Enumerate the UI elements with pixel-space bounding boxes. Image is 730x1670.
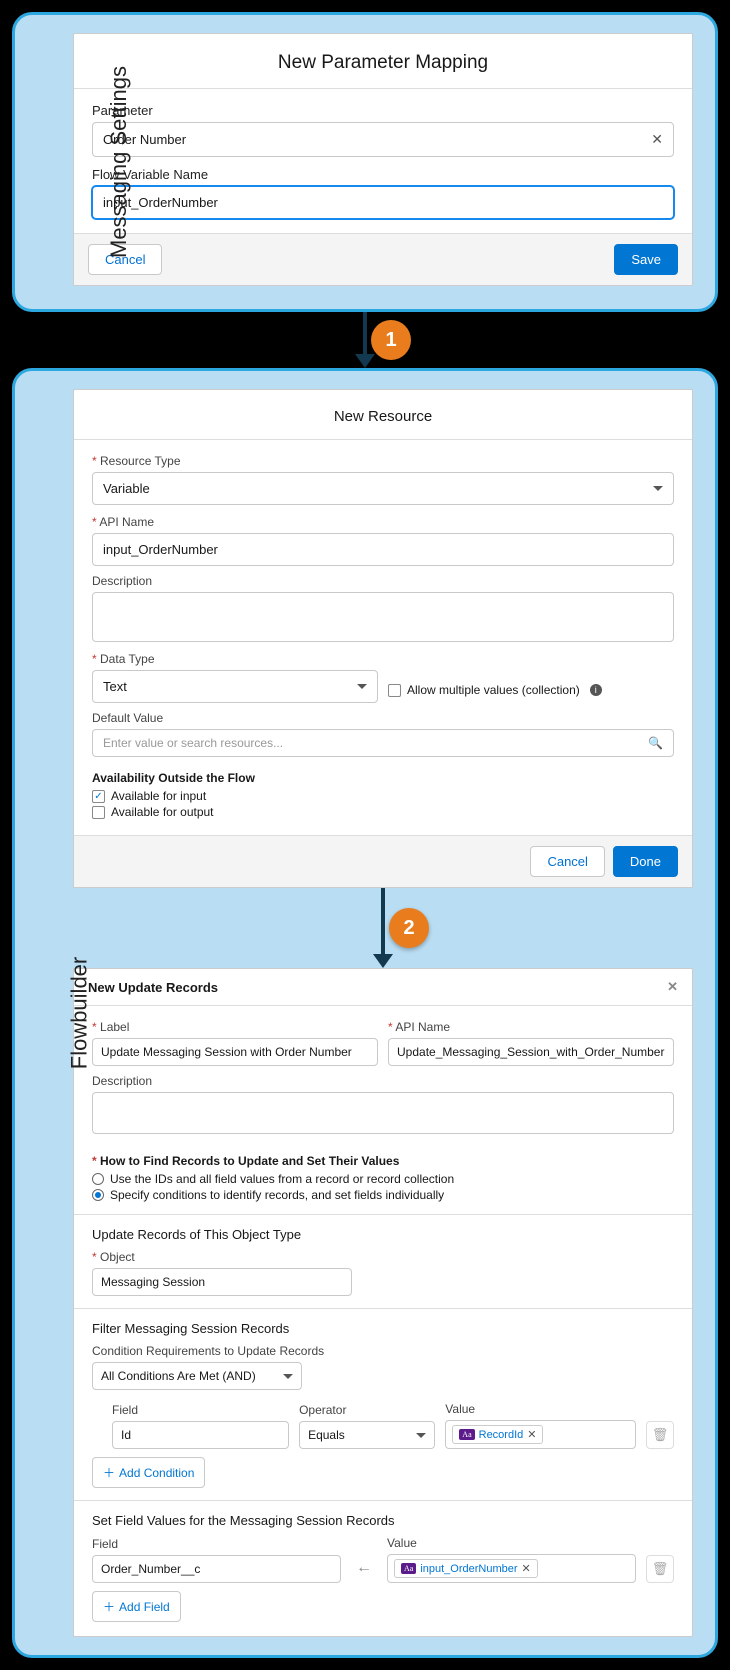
connector-arrow: 1	[12, 312, 718, 368]
available-input-label: Available for input	[111, 789, 206, 803]
flowbuilder-panel: Flowbuilder New Resource Resource Type V…	[12, 368, 718, 1658]
new-parameter-mapping-card: New Parameter Mapping Parameter Order Nu…	[73, 33, 693, 286]
available-output-checkbox[interactable]	[92, 806, 105, 819]
new-update-records-card: New Update Records ✕ Label Update Messag…	[73, 968, 693, 1637]
allow-multi-checkbox[interactable]	[388, 684, 401, 697]
available-input-checkbox[interactable]: ✓	[92, 790, 105, 803]
condition-field-input[interactable]: Id	[112, 1421, 289, 1449]
plus-icon: ＋	[103, 1464, 115, 1481]
panel-label-flowbuilder: Flowbuilder	[66, 957, 92, 1070]
step-badge-1: 1	[371, 320, 411, 360]
sv-value-pill[interactable]: Aa input_OrderNumber ✕	[394, 1559, 538, 1578]
add-condition-button[interactable]: ＋ Add Condition	[92, 1457, 205, 1488]
object-label: Object	[92, 1250, 674, 1264]
flowvar-label: Flow Variable Name	[92, 167, 674, 182]
text-type-icon: Aa	[459, 1429, 474, 1440]
api-name-input[interactable]: Update_Messaging_Session_with_Order_Numb…	[388, 1038, 674, 1066]
condition-value-input[interactable]: Aa RecordId ✕	[445, 1420, 636, 1449]
step-badge-2: 2	[389, 908, 429, 948]
radio-specify-conditions[interactable]	[92, 1189, 104, 1201]
new-resource-card: New Resource Resource Type Variable API …	[73, 389, 693, 888]
remove-pill-icon[interactable]: ✕	[522, 1562, 531, 1575]
operator-select[interactable]: Equals	[299, 1421, 435, 1449]
api-name-label: API Name	[92, 515, 674, 529]
resource-type-label: Resource Type	[92, 454, 674, 468]
connector-arrow: 2	[73, 888, 693, 968]
update-obj-heading: Update Records of This Object Type	[92, 1227, 674, 1242]
add-field-button[interactable]: ＋ Add Field	[92, 1591, 181, 1622]
parameter-input[interactable]: Order Number ✕	[92, 122, 674, 157]
done-button[interactable]: Done	[613, 846, 678, 877]
cond-req-label: Condition Requirements to Update Records	[92, 1344, 674, 1358]
panel-label-messaging: Messaging Settings	[106, 66, 132, 258]
remove-pill-icon[interactable]: ✕	[527, 1428, 536, 1441]
object-input[interactable]: Messaging Session	[92, 1268, 352, 1296]
text-type-icon: Aa	[401, 1563, 416, 1574]
plus-icon: ＋	[103, 1598, 115, 1615]
data-type-label: Data Type	[92, 652, 378, 666]
arrow-left-icon: ←	[351, 1553, 377, 1583]
operator-label: Operator	[299, 1403, 435, 1417]
desc-textarea[interactable]	[92, 1092, 674, 1134]
info-icon[interactable]: i	[590, 684, 602, 696]
card-title: New Parameter Mapping	[74, 34, 692, 89]
sv-value-input[interactable]: Aa input_OrderNumber ✕	[387, 1554, 636, 1583]
sv-value-label: Value	[387, 1536, 636, 1550]
value-label: Value	[445, 1402, 636, 1416]
data-type-select[interactable]: Text	[92, 670, 378, 703]
label-input[interactable]: Update Messaging Session with Order Numb…	[92, 1038, 378, 1066]
desc-label: Description	[92, 1074, 674, 1088]
flowvar-input[interactable]: input_OrderNumber	[92, 186, 674, 219]
available-output-label: Available for output	[111, 805, 214, 819]
description-textarea[interactable]	[92, 592, 674, 642]
parameter-label: Parameter	[92, 103, 674, 118]
howto-heading: How to Find Records to Update and Set Th…	[92, 1154, 674, 1168]
sv-field-input[interactable]: Order_Number__c	[92, 1555, 341, 1583]
field-label: Field	[112, 1403, 289, 1417]
api-name-input[interactable]: input_OrderNumber	[92, 533, 674, 566]
search-icon: 🔍	[648, 736, 663, 750]
set-values-heading: Set Field Values for the Messaging Sessi…	[92, 1513, 674, 1528]
radio-use-ids[interactable]	[92, 1173, 104, 1185]
clear-icon[interactable]: ✕	[651, 131, 663, 148]
radio-use-ids-label: Use the IDs and all field values from a …	[110, 1172, 454, 1186]
delete-field-button[interactable]: 🗑	[646, 1555, 674, 1583]
allow-multi-label: Allow multiple values (collection)	[407, 683, 580, 697]
value-pill[interactable]: Aa RecordId ✕	[452, 1425, 543, 1444]
cancel-button[interactable]: Cancel	[530, 846, 604, 877]
delete-condition-button[interactable]: 🗑	[646, 1421, 674, 1449]
resource-type-select[interactable]: Variable	[92, 472, 674, 505]
update-records-title: New Update Records	[88, 980, 218, 995]
availability-heading: Availability Outside the Flow	[92, 771, 674, 785]
api-name-label: API Name	[388, 1020, 674, 1034]
default-value-input[interactable]: Enter value or search resources... 🔍	[92, 729, 674, 757]
sv-field-label: Field	[92, 1537, 341, 1551]
label-label: Label	[92, 1020, 378, 1034]
messaging-settings-panel: Messaging Settings New Parameter Mapping…	[12, 12, 718, 312]
default-value-label: Default Value	[92, 711, 674, 725]
description-label: Description	[92, 574, 674, 588]
radio-specify-label: Specify conditions to identify records, …	[110, 1188, 444, 1202]
cond-req-select[interactable]: All Conditions Are Met (AND)	[92, 1362, 302, 1390]
save-button[interactable]: Save	[614, 244, 678, 275]
filter-heading: Filter Messaging Session Records	[92, 1321, 674, 1336]
new-resource-title: New Resource	[74, 390, 692, 440]
close-icon[interactable]: ✕	[667, 979, 678, 995]
